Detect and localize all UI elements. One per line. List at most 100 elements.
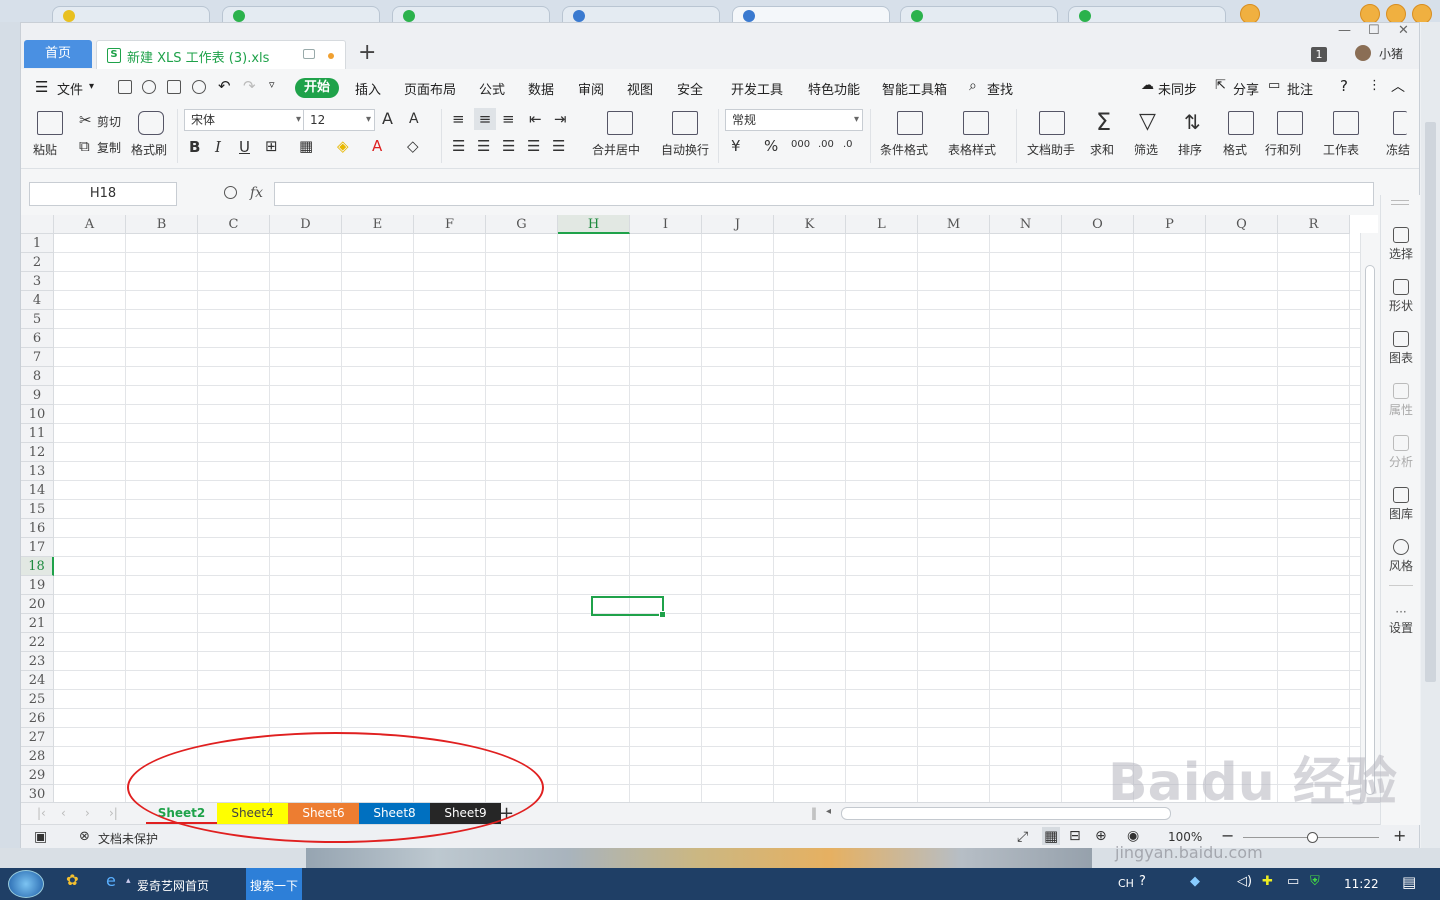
menu-file[interactable]: 文件 xyxy=(57,79,83,98)
search-button[interactable]: 搜索一下 xyxy=(246,868,303,900)
comment-icon[interactable]: ▭ xyxy=(1268,78,1280,93)
row-header-11[interactable]: 11 xyxy=(21,424,54,443)
panel-gallery[interactable]: 图库 xyxy=(1381,487,1421,522)
menu-formulas[interactable]: 公式 xyxy=(479,79,505,98)
customize-toolbar-icon[interactable]: ▿ xyxy=(269,78,275,91)
column-header-n[interactable]: N xyxy=(990,215,1062,234)
row-header-1[interactable]: 1 xyxy=(21,234,54,253)
filter-icon[interactable]: ▽ xyxy=(1139,109,1156,135)
more-icon[interactable]: ⋮ xyxy=(1368,78,1381,93)
chevron-up-icon[interactable]: ▴ xyxy=(126,876,131,886)
cell-area[interactable] xyxy=(54,234,1378,802)
name-box[interactable]: H18 xyxy=(29,182,177,206)
copy-icon[interactable]: ⧉ xyxy=(79,138,90,154)
reading-layout-icon[interactable]: ⊕ xyxy=(1095,828,1107,844)
fill-pattern-icon[interactable]: ▦ xyxy=(299,138,313,154)
start-button[interactable] xyxy=(8,870,44,898)
splitter-icon[interactable]: ‖ xyxy=(811,806,817,820)
browser-tab[interactable] xyxy=(900,6,1058,22)
vertical-scroll-thumb[interactable] xyxy=(1365,265,1375,795)
print-icon[interactable] xyxy=(167,80,181,94)
eraser-icon[interactable]: ◇ xyxy=(407,138,419,154)
menu-review[interactable]: 审阅 xyxy=(578,79,604,98)
format-painter-icon[interactable] xyxy=(142,80,156,94)
search-icon[interactable]: ⌕ xyxy=(969,78,977,94)
ie-homepage-label[interactable]: 爱奇艺网首页 xyxy=(137,877,209,894)
help-icon[interactable]: ? xyxy=(1139,874,1146,889)
row-header-27[interactable]: 27 xyxy=(21,728,54,747)
row-header-16[interactable]: 16 xyxy=(21,519,54,538)
browser-tab[interactable] xyxy=(392,6,550,22)
doc-assistant-button[interactable]: 文档助手 xyxy=(1027,141,1075,158)
brush-icon[interactable] xyxy=(138,111,164,135)
hamburger-icon[interactable]: ☰ xyxy=(35,78,48,96)
minimize-icon[interactable]: — xyxy=(1338,23,1351,38)
row-header-4[interactable]: 4 xyxy=(21,291,54,310)
row-col-icon[interactable] xyxy=(1277,111,1303,135)
column-header-r[interactable]: R xyxy=(1278,215,1350,234)
fx-icon[interactable]: fx xyxy=(250,185,263,201)
monitor-icon[interactable] xyxy=(303,49,315,59)
menu-insert[interactable]: 插入 xyxy=(355,79,381,98)
freeze-icon[interactable] xyxy=(1393,111,1407,135)
merge-icon[interactable] xyxy=(607,111,633,135)
align-left-icon[interactable]: ☰ xyxy=(452,138,465,154)
row-header-18[interactable]: 18 xyxy=(21,557,54,576)
browser-tab[interactable] xyxy=(52,6,210,22)
column-header-c[interactable]: C xyxy=(198,215,270,234)
column-header-g[interactable]: G xyxy=(486,215,558,234)
security-icon[interactable]: ✚ xyxy=(1262,874,1273,889)
row-header-17[interactable]: 17 xyxy=(21,538,54,557)
row-header-3[interactable]: 3 xyxy=(21,272,54,291)
browser-scrollbar[interactable] xyxy=(1421,22,1440,848)
thousands-icon[interactable]: 000 xyxy=(791,137,810,153)
justify-icon[interactable]: ☰ xyxy=(527,138,540,154)
sort-icon[interactable]: ⇅ xyxy=(1184,109,1201,135)
menu-page-layout[interactable]: 页面布局 xyxy=(404,79,456,98)
font-color-icon[interactable]: A xyxy=(372,138,382,154)
macro-icon[interactable]: ▣ xyxy=(34,829,47,845)
zoom-slider-thumb[interactable] xyxy=(1307,832,1318,843)
browser-add-icon[interactable] xyxy=(1240,4,1260,22)
menu-security[interactable]: 安全 xyxy=(677,79,703,98)
paste-icon[interactable] xyxy=(37,111,63,135)
battery-icon[interactable]: ▭ xyxy=(1287,874,1299,889)
share-button[interactable]: 分享 xyxy=(1233,79,1259,98)
align-center-icon[interactable]: ☰ xyxy=(477,138,490,154)
last-sheet-icon[interactable]: ›| xyxy=(109,806,118,820)
row-header-6[interactable]: 6 xyxy=(21,329,54,348)
spreadsheet-grid[interactable]: ABCDEFGHIJKLMNOPQR 1 2 3 4 5 6 7 8 9 10 11 12 13 14 15… xyxy=(21,215,1378,802)
selected-cell[interactable] xyxy=(591,596,666,618)
ie-icon[interactable]: e xyxy=(106,871,116,890)
panel-settings[interactable]: ··· 设置 xyxy=(1381,605,1421,636)
sum-button[interactable]: 求和 xyxy=(1090,141,1114,158)
format-button[interactable]: 格式 xyxy=(1223,141,1247,158)
decrease-decimal-icon[interactable]: .0 xyxy=(843,137,853,153)
number-format-select[interactable]: 常规 xyxy=(725,109,863,131)
column-header-j[interactable]: J xyxy=(702,215,774,234)
maximize-icon[interactable]: ☐ xyxy=(1368,23,1380,38)
zoom-level[interactable]: 100% xyxy=(1168,830,1202,844)
browser-tab[interactable] xyxy=(562,6,720,22)
zoom-in-button[interactable]: + xyxy=(1393,826,1406,845)
sum-icon[interactable]: Σ xyxy=(1096,109,1111,135)
column-header-q[interactable]: Q xyxy=(1206,215,1278,234)
browser-tab[interactable] xyxy=(732,6,890,22)
column-header-b[interactable]: B xyxy=(126,215,198,234)
row-header-8[interactable]: 8 xyxy=(21,367,54,386)
column-header-h[interactable]: H xyxy=(558,215,630,234)
select-all-corner[interactable] xyxy=(21,215,54,234)
wrap-text-button[interactable]: 自动换行 xyxy=(661,141,709,158)
menu-toolbox[interactable]: 智能工具箱 xyxy=(882,79,947,98)
row-col-button[interactable]: 行和列 xyxy=(1265,141,1301,158)
undo-icon[interactable]: ↶ xyxy=(218,77,231,95)
share-icon[interactable]: ⇱ xyxy=(1215,78,1226,93)
normal-view-icon[interactable]: ▦ xyxy=(1042,827,1061,845)
page-break-view-icon[interactable]: ⊟ xyxy=(1069,828,1081,844)
menu-features[interactable]: 特色功能 xyxy=(808,79,860,98)
fill-color-icon[interactable]: ◈ xyxy=(337,138,349,154)
vertical-scrollbar[interactable] xyxy=(1360,233,1378,802)
column-header-f[interactable]: F xyxy=(414,215,486,234)
document-tab[interactable]: S 新建 XLS 工作表 (3).xls xyxy=(96,40,346,69)
network-icon[interactable]: ◆ xyxy=(1190,874,1200,889)
